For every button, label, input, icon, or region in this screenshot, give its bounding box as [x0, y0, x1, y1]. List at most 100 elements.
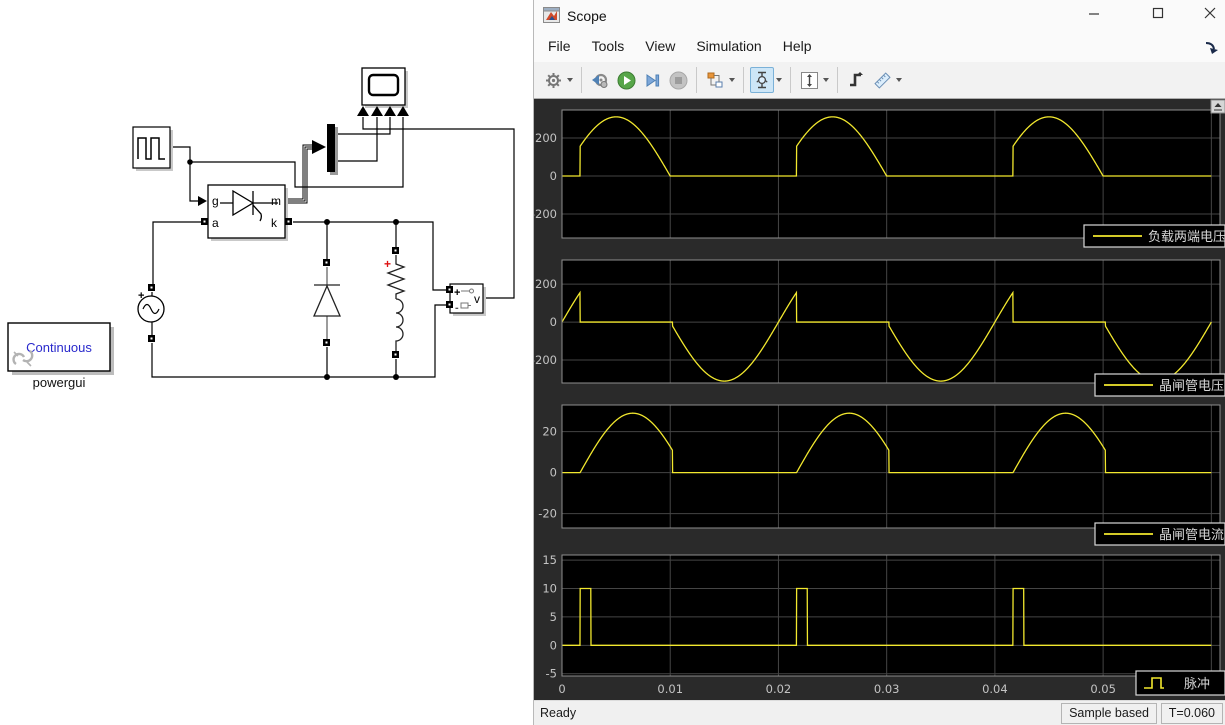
x-tick-label: 0.01 — [657, 682, 683, 696]
stop-button[interactable] — [666, 67, 690, 93]
menu-tools[interactable]: Tools — [585, 34, 632, 58]
status-bar: Ready Sample based T=0.060 — [534, 700, 1225, 725]
run-button[interactable] — [614, 67, 638, 93]
cursor-measurements-button[interactable] — [750, 67, 774, 93]
thyristor-block[interactable]: g a m k — [207, 184, 288, 241]
signal-selector-button[interactable] — [703, 67, 727, 93]
scope-window: Scope File Tools View Simulation Help 20… — [531, 0, 1225, 725]
scope-subplot-1[interactable]: -200 0 200 — [531, 109, 1221, 239]
minimize-icon — [1089, 13, 1099, 15]
wire-anode-source — [152, 221, 201, 284]
dock-arrow-icon[interactable] — [1203, 39, 1221, 55]
y-tick-label: 0 — [550, 169, 557, 183]
ruler-icon — [873, 71, 891, 89]
x-tick-label: 0 — [558, 682, 565, 696]
fit-to-view-dropdown[interactable] — [823, 78, 829, 82]
step-forward-button[interactable] — [640, 67, 664, 93]
settings-button[interactable] — [541, 67, 565, 93]
scope-app-icon — [543, 7, 560, 23]
pulse-generator-block[interactable] — [132, 126, 173, 171]
x-tick-label: 0.05 — [1090, 682, 1116, 696]
legend-label: 负载两端电压 — [1148, 230, 1225, 245]
inductor-icon — [395, 298, 404, 351]
legend-label: 晶闸管电流 — [1159, 528, 1224, 543]
powergui-mode-text: Continuous — [26, 340, 92, 355]
scope-subplot-3[interactable]: -20 0 20 — [538, 404, 1221, 529]
y-tick-label: 15 — [542, 553, 557, 567]
y-tick-label: 0 — [550, 638, 557, 652]
highlight-simulink-block-button[interactable] — [588, 67, 612, 93]
diode-block[interactable] — [313, 267, 341, 339]
highlight-block-icon — [592, 73, 608, 88]
vmeas-plus-label: + — [454, 287, 460, 299]
step-forward-icon — [646, 73, 659, 87]
y-tick-label: 0 — [550, 315, 557, 329]
trigger-icon — [850, 72, 863, 87]
stop-icon — [669, 71, 687, 89]
signal-selector-dropdown[interactable] — [729, 78, 735, 82]
wire-top-rail — [293, 221, 446, 291]
toolbar-separator — [743, 67, 744, 93]
measurements-dropdown[interactable] — [896, 78, 902, 82]
powergui-block[interactable]: Continuous — [7, 322, 114, 375]
simulink-model-canvas[interactable]: g a m k + + + - v Continuous powergui — [0, 0, 533, 725]
legend-3[interactable]: 晶闸管电流 — [1094, 522, 1225, 546]
wire-m-bus — [286, 144, 312, 204]
y-tick-label: 0 — [550, 466, 557, 480]
x-tick-label: 0.02 — [766, 682, 792, 696]
legend-label: 晶闸管电压 — [1159, 379, 1224, 394]
ac-voltage-source-block[interactable]: + — [137, 290, 165, 323]
toolbar — [534, 62, 1225, 99]
legend-label: 脉冲 — [1184, 677, 1210, 692]
port-label-g: g — [212, 194, 219, 208]
x-tick-label: 0.04 — [982, 682, 1008, 696]
vmeas-v-label: v — [474, 292, 480, 306]
trigger-button[interactable] — [844, 67, 868, 93]
legend-2[interactable]: 晶闸管电压 — [1094, 373, 1225, 397]
scope-subplot-2[interactable]: -200 0 200 — [531, 259, 1221, 384]
demux-block[interactable] — [327, 124, 338, 175]
scope-screen-icon — [367, 73, 400, 97]
signal-selector-icon — [707, 72, 723, 88]
settings-dropdown[interactable] — [567, 78, 573, 82]
y-tick-label: -5 — [546, 667, 557, 681]
y-tick-label: 20 — [542, 425, 557, 439]
maximize-icon — [1152, 7, 1164, 19]
toolbar-separator — [581, 67, 582, 93]
cursor-measurements-icon — [756, 71, 768, 89]
axes-corner-button[interactable] — [1210, 99, 1225, 114]
scope-block[interactable] — [357, 67, 409, 116]
close-button[interactable] — [1195, 6, 1225, 28]
menu-view[interactable]: View — [638, 34, 682, 58]
scope-plot-area[interactable]: -2000200负载两端电压-2000200晶闸管电压-20020晶闸管电流-5… — [531, 99, 1225, 700]
minimize-button[interactable] — [1079, 6, 1109, 28]
y-tick-label: -200 — [534, 353, 557, 367]
menu-bar: File Tools View Simulation Help — [534, 34, 1225, 62]
maximize-button[interactable] — [1143, 6, 1173, 28]
wire-pulse-to-gate — [170, 146, 198, 202]
measurements-button[interactable] — [870, 67, 894, 93]
port-label-m: m — [271, 194, 281, 208]
menu-file[interactable]: File — [541, 34, 578, 58]
window-title: Scope — [567, 8, 607, 24]
title-bar[interactable]: Scope — [534, 0, 1225, 34]
screen: g a m k + + + - v Continuous powergui Sc… — [0, 0, 1225, 725]
fit-to-view-button[interactable] — [797, 67, 821, 93]
toolbar-separator — [837, 67, 838, 93]
rl-plus-label: + — [384, 257, 391, 271]
y-tick-label: 10 — [542, 582, 557, 596]
gear-icon — [545, 72, 561, 88]
legend-4[interactable]: 脉冲 — [1135, 670, 1225, 696]
vmeas-minus-label: - — [455, 302, 459, 314]
status-text: Ready — [540, 706, 577, 720]
y-tick-label: 5 — [550, 610, 557, 624]
cursor-measurements-dropdown[interactable] — [776, 78, 782, 82]
connection-ports — [148, 218, 453, 358]
y-tick-label: 200 — [535, 277, 557, 291]
menu-simulation[interactable]: Simulation — [689, 34, 768, 58]
sim-time-indicator: T=0.060 — [1160, 703, 1223, 724]
menu-help[interactable]: Help — [776, 34, 819, 58]
legend-1[interactable]: 负载两端电压 — [1083, 224, 1225, 248]
scope-subplot-4[interactable]: -5 0 5 10 15 — [542, 553, 1221, 681]
voltage-measurement-block[interactable]: + - v — [449, 283, 486, 316]
